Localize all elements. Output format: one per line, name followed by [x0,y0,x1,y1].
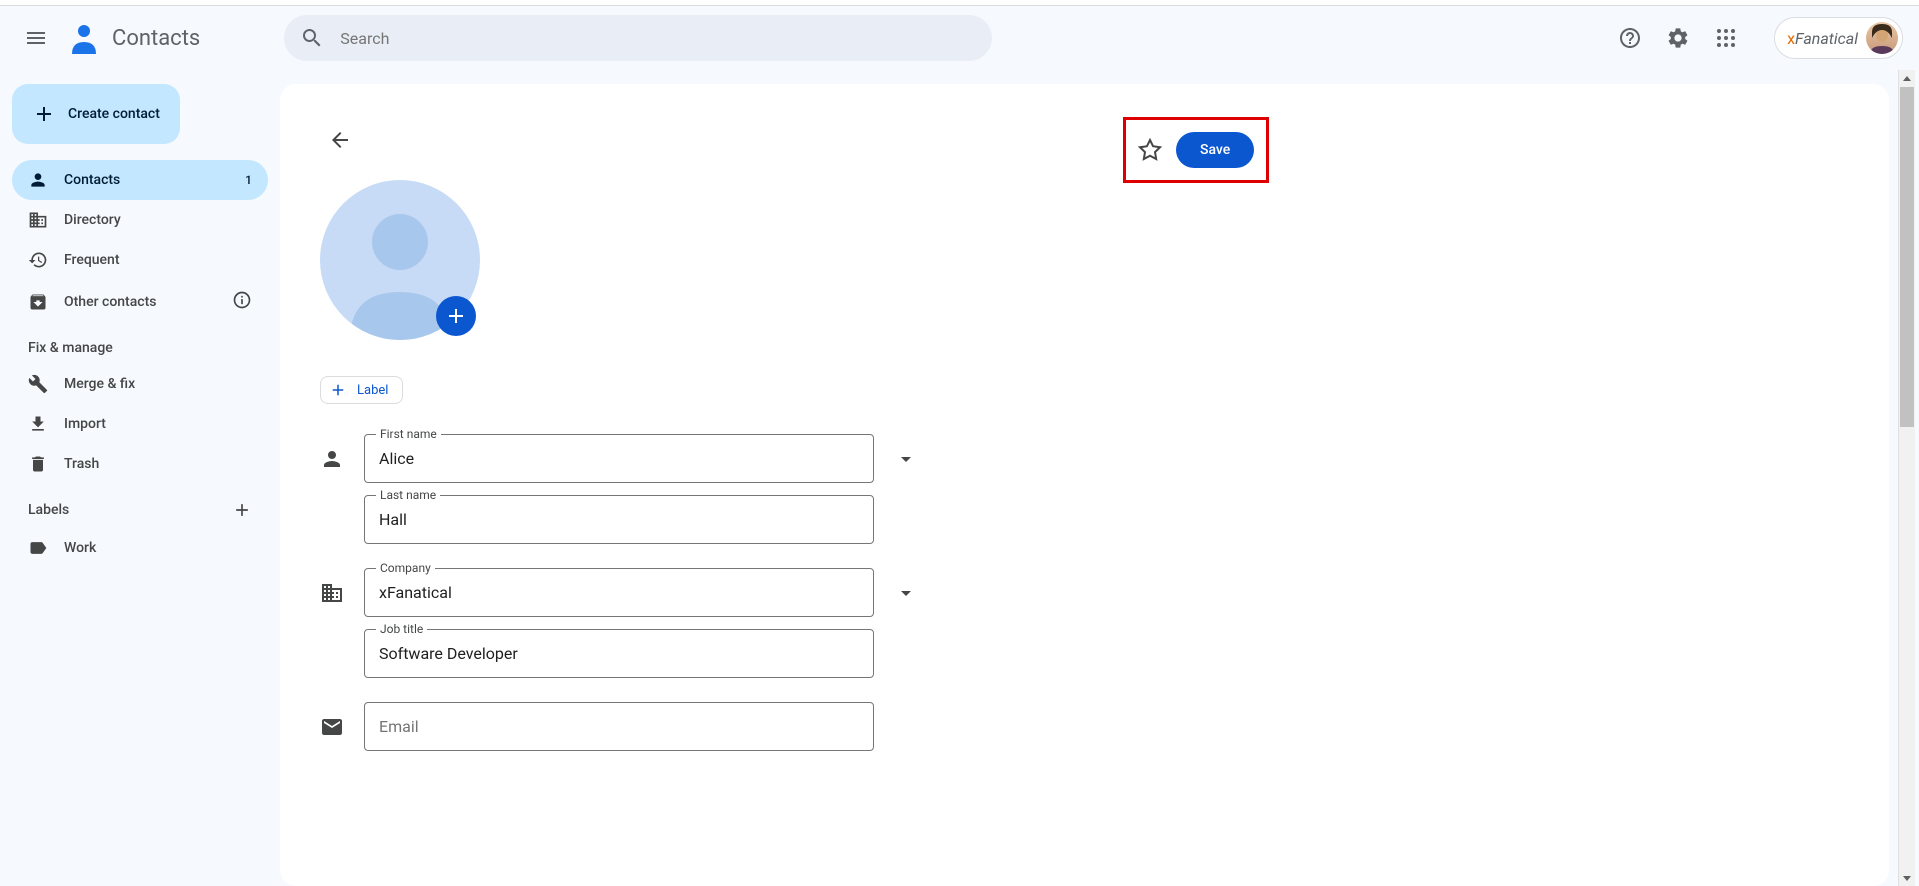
sidebar-item-label: Work [64,540,96,556]
archive-icon [28,292,48,312]
sidebar-item-directory[interactable]: Directory [12,200,268,240]
brand-text: xFanatical [1787,29,1858,48]
expand-company-button[interactable] [894,581,918,605]
save-button[interactable]: Save [1176,132,1254,168]
save-highlight: Save [1126,120,1266,180]
sidebar: Create contact Contacts 1 Directory Freq… [0,70,280,886]
expand-name-button[interactable] [894,447,918,471]
chevron-down-icon [894,581,918,605]
add-photo-button[interactable] [436,296,476,336]
download-icon [28,414,48,434]
apps-button[interactable] [1706,18,1746,58]
first-name-label: First name [376,427,441,441]
settings-button[interactable] [1658,18,1698,58]
help-icon [1618,26,1642,50]
caret-up-icon [1902,74,1912,84]
scrollbar[interactable] [1898,70,1915,886]
chevron-down-icon [894,447,918,471]
app-logo-section: Contacts [64,18,200,58]
sidebar-item-label: Other contacts [64,294,156,310]
sidebar-item-merge-fix[interactable]: Merge & fix [12,364,268,404]
main-menu-button[interactable] [12,14,60,62]
last-name-label: Last name [376,488,440,502]
plus-icon [329,381,347,399]
add-label-button[interactable] [232,500,252,520]
user-avatar[interactable] [1866,22,1898,54]
app-header: Contacts xFanatical [0,6,1919,70]
labels-header: Labels [12,484,268,528]
sidebar-item-label: Merge & fix [64,376,135,392]
arrow-back-icon [328,128,352,152]
search-bar[interactable] [284,15,992,61]
app-title: Contacts [112,26,200,51]
label-icon [28,538,48,558]
person-icon [28,170,48,190]
apps-grid-icon [1714,26,1738,50]
star-outline-icon [1138,138,1162,162]
search-input[interactable] [340,29,976,48]
contact-edit-panel: Save Label [280,84,1889,886]
sidebar-item-label: Import [64,416,106,432]
sidebar-item-trash[interactable]: Trash [12,444,268,484]
sidebar-item-contacts[interactable]: Contacts 1 [12,160,268,200]
email-input[interactable] [364,702,874,751]
contacts-logo-icon [64,18,104,58]
sidebar-item-label: Trash [64,456,99,472]
plus-icon [32,102,56,126]
add-label-button[interactable]: Label [320,376,403,404]
create-contact-label: Create contact [68,106,160,122]
sidebar-item-label: Directory [64,212,121,228]
sidebar-item-label: Contacts [64,172,120,188]
hamburger-icon [24,26,48,50]
building-icon [320,581,344,605]
create-contact-button[interactable]: Create contact [12,84,180,144]
job-title-label: Job title [376,622,427,636]
last-name-input[interactable] [364,495,874,544]
scroll-up-button[interactable] [1899,70,1915,87]
sidebar-item-label: Frequent [64,252,120,268]
company-label: Company [376,561,435,575]
history-icon [28,250,48,270]
info-icon[interactable] [232,290,252,310]
building-icon [28,210,48,230]
first-name-input[interactable] [364,434,874,483]
back-button[interactable] [320,120,360,160]
trash-icon [28,454,48,474]
scroll-thumb[interactable] [1900,87,1914,427]
job-title-input[interactable] [364,629,874,678]
sidebar-item-import[interactable]: Import [12,404,268,444]
contacts-count: 1 [245,173,252,187]
plus-icon [444,304,468,328]
help-button[interactable] [1610,18,1650,58]
sidebar-item-frequent[interactable]: Frequent [12,240,268,280]
sidebar-label-work[interactable]: Work [12,528,268,568]
email-icon [320,715,344,739]
account-badge[interactable]: xFanatical [1774,17,1903,59]
star-button[interactable] [1138,138,1162,162]
gear-icon [1666,26,1690,50]
scroll-down-button[interactable] [1899,869,1915,886]
tools-icon [28,374,48,394]
search-icon [300,26,324,50]
company-input[interactable] [364,568,874,617]
sidebar-item-other-contacts[interactable]: Other contacts [12,280,268,324]
caret-down-icon [1902,873,1912,883]
fix-manage-header: Fix & manage [12,324,268,364]
person-icon [320,447,344,471]
